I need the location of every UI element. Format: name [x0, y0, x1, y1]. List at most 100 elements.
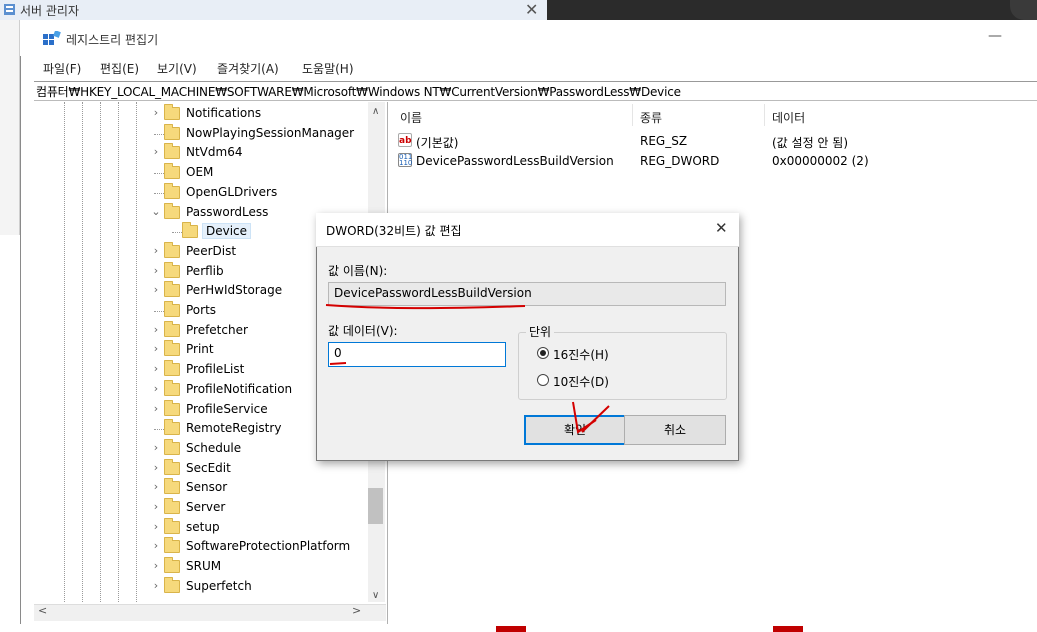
tree-item-label: OpenGLDrivers	[186, 185, 278, 199]
expand-chevron-icon[interactable]: ›	[150, 402, 162, 415]
menu-edit[interactable]: 편집(E)	[100, 60, 139, 77]
registry-editor-icon	[43, 31, 61, 45]
value-data-input[interactable]: 0	[328, 342, 506, 367]
red-mark	[496, 626, 526, 632]
expand-chevron-icon[interactable]: ⌄	[150, 205, 162, 218]
tree-item-label: OEM	[186, 165, 214, 179]
folder-icon	[164, 124, 180, 140]
expand-chevron-icon[interactable]: ›	[150, 264, 162, 277]
tree-item[interactable]: › Notifications	[150, 104, 370, 124]
registry-editor-titlebar	[20, 22, 1037, 56]
scroll-up-icon[interactable]: ∧	[372, 106, 379, 117]
value-row[interactable]: ab (기본값) REG_SZ (값 설정 안 됨)	[398, 132, 998, 152]
tree-item-label: Superfetch	[186, 579, 252, 593]
tree-item[interactable]: OEM	[150, 163, 370, 183]
tree-item-label: ProfileList	[186, 362, 245, 376]
expand-chevron-icon[interactable]: ›	[150, 539, 162, 552]
server-manager-close-icon[interactable]: ✕	[525, 0, 538, 19]
menu-file[interactable]: 파일(F)	[43, 60, 81, 77]
expand-chevron-icon[interactable]: ›	[150, 461, 162, 474]
dark-background-area	[547, 0, 1037, 20]
tree-item-label: RemoteRegistry	[186, 421, 282, 435]
dialog-title: DWORD(32비트) 값 편집	[326, 224, 462, 238]
tree-item-label: Server	[186, 500, 226, 514]
folder-icon	[182, 222, 198, 238]
column-separator[interactable]	[632, 104, 633, 126]
hex-radio-label[interactable]: 16진수(H)	[553, 346, 609, 363]
value-data: (값 설정 안 됨)	[772, 136, 849, 150]
column-header-type[interactable]: 종류	[640, 109, 662, 126]
expand-chevron-icon[interactable]: ›	[150, 106, 162, 119]
decimal-radio[interactable]	[537, 374, 549, 386]
expand-chevron-icon[interactable]: ›	[150, 283, 162, 296]
minimize-button[interactable]: —	[988, 28, 1002, 44]
expand-chevron-icon[interactable]: ›	[150, 480, 162, 493]
expand-chevron-icon[interactable]: ›	[150, 520, 162, 533]
value-data-label: 값 데이터(V):	[328, 324, 398, 338]
cancel-button[interactable]: 취소	[624, 415, 726, 445]
tree-item[interactable]: NowPlayingSessionManager	[150, 124, 370, 144]
tree-item[interactable]: › Sensor	[150, 478, 370, 498]
tree-guide-lines	[64, 102, 164, 602]
expand-chevron-icon[interactable]: ›	[150, 559, 162, 572]
value-row[interactable]: 011 110 DevicePasswordLessBuildVersion RE…	[398, 152, 998, 172]
folder-icon	[164, 203, 180, 219]
tree-scroll-thumb[interactable]	[368, 488, 383, 524]
expand-chevron-icon[interactable]: ›	[150, 441, 162, 454]
decimal-radio-label[interactable]: 10진수(D)	[553, 373, 609, 390]
expand-chevron-icon[interactable]: ›	[150, 244, 162, 257]
value-type: REG_DWORD	[640, 154, 720, 168]
tree-item-label: Notifications	[186, 106, 262, 120]
expand-chevron-icon[interactable]: ›	[150, 362, 162, 375]
tree-item[interactable]: › setup	[150, 518, 370, 538]
folder-icon	[164, 400, 180, 416]
tree-connector-line	[154, 193, 164, 194]
menu-help[interactable]: 도움말(H)	[302, 60, 354, 77]
tree-item[interactable]: › SoftwareProtectionPlatform	[150, 537, 370, 557]
tree-item[interactable]: › SRUM	[150, 557, 370, 577]
dialog-close-icon[interactable]: ✕	[715, 219, 728, 237]
folder-icon	[164, 419, 180, 435]
address-path[interactable]: 컴퓨터₩HKEY_LOCAL_MACHINE₩SOFTWARE₩Microsof…	[36, 83, 681, 100]
expand-chevron-icon[interactable]: ›	[150, 382, 162, 395]
value-name-field[interactable]: DevicePasswordLessBuildVersion	[328, 282, 726, 306]
tree-item-label: SecEdit	[186, 461, 231, 475]
menu-view[interactable]: 보기(V)	[157, 60, 197, 77]
tree-horizontal-scrollbar[interactable]	[34, 604, 386, 621]
expand-chevron-icon[interactable]: ›	[150, 500, 162, 513]
folder-icon	[164, 340, 180, 356]
column-header-data[interactable]: 데이터	[772, 109, 805, 126]
tree-item-label: Device	[202, 223, 252, 239]
tree-item-label: Prefetcher	[186, 323, 248, 337]
value-name-label: 값 이름(N):	[328, 264, 388, 278]
column-separator[interactable]	[764, 104, 765, 126]
tree-item[interactable]: › SecEdit	[150, 459, 370, 479]
server-manager-titlebar	[0, 0, 547, 20]
scroll-right-icon[interactable]: >	[352, 604, 361, 617]
expand-chevron-icon[interactable]: ›	[150, 323, 162, 336]
tree-item-label: ProfileService	[186, 402, 268, 416]
scroll-down-icon[interactable]: ∨	[372, 590, 379, 601]
value-name: (기본값)	[416, 136, 459, 150]
hex-radio[interactable]	[537, 347, 549, 359]
column-header-name[interactable]: 이름	[400, 109, 422, 126]
tree-connector-line	[172, 232, 182, 233]
server-manager-icon	[4, 4, 15, 15]
value-name: DevicePasswordLessBuildVersion	[416, 154, 614, 168]
expand-chevron-icon[interactable]: ›	[150, 579, 162, 592]
menu-favorites[interactable]: 즐겨찾기(A)	[217, 60, 279, 77]
tree-item[interactable]: › Superfetch	[150, 577, 370, 597]
tree-item-label: PerHwIdStorage	[186, 283, 283, 297]
tree-item-label: Schedule	[186, 441, 242, 455]
tree-item[interactable]: › Server	[150, 498, 370, 518]
expand-chevron-icon[interactable]: ›	[150, 145, 162, 158]
tree-item-label: Perflib	[186, 264, 224, 278]
scroll-left-icon[interactable]: <	[38, 604, 47, 617]
tree-connector-line	[154, 311, 164, 312]
expand-chevron-icon[interactable]: ›	[150, 342, 162, 355]
registry-editor-title: 레지스트리 편집기	[66, 33, 159, 47]
tree-item[interactable]: › NtVdm64	[150, 143, 370, 163]
folder-icon	[164, 498, 180, 514]
ok-button[interactable]: 확인	[524, 415, 626, 445]
tree-item[interactable]: OpenGLDrivers	[150, 183, 370, 203]
